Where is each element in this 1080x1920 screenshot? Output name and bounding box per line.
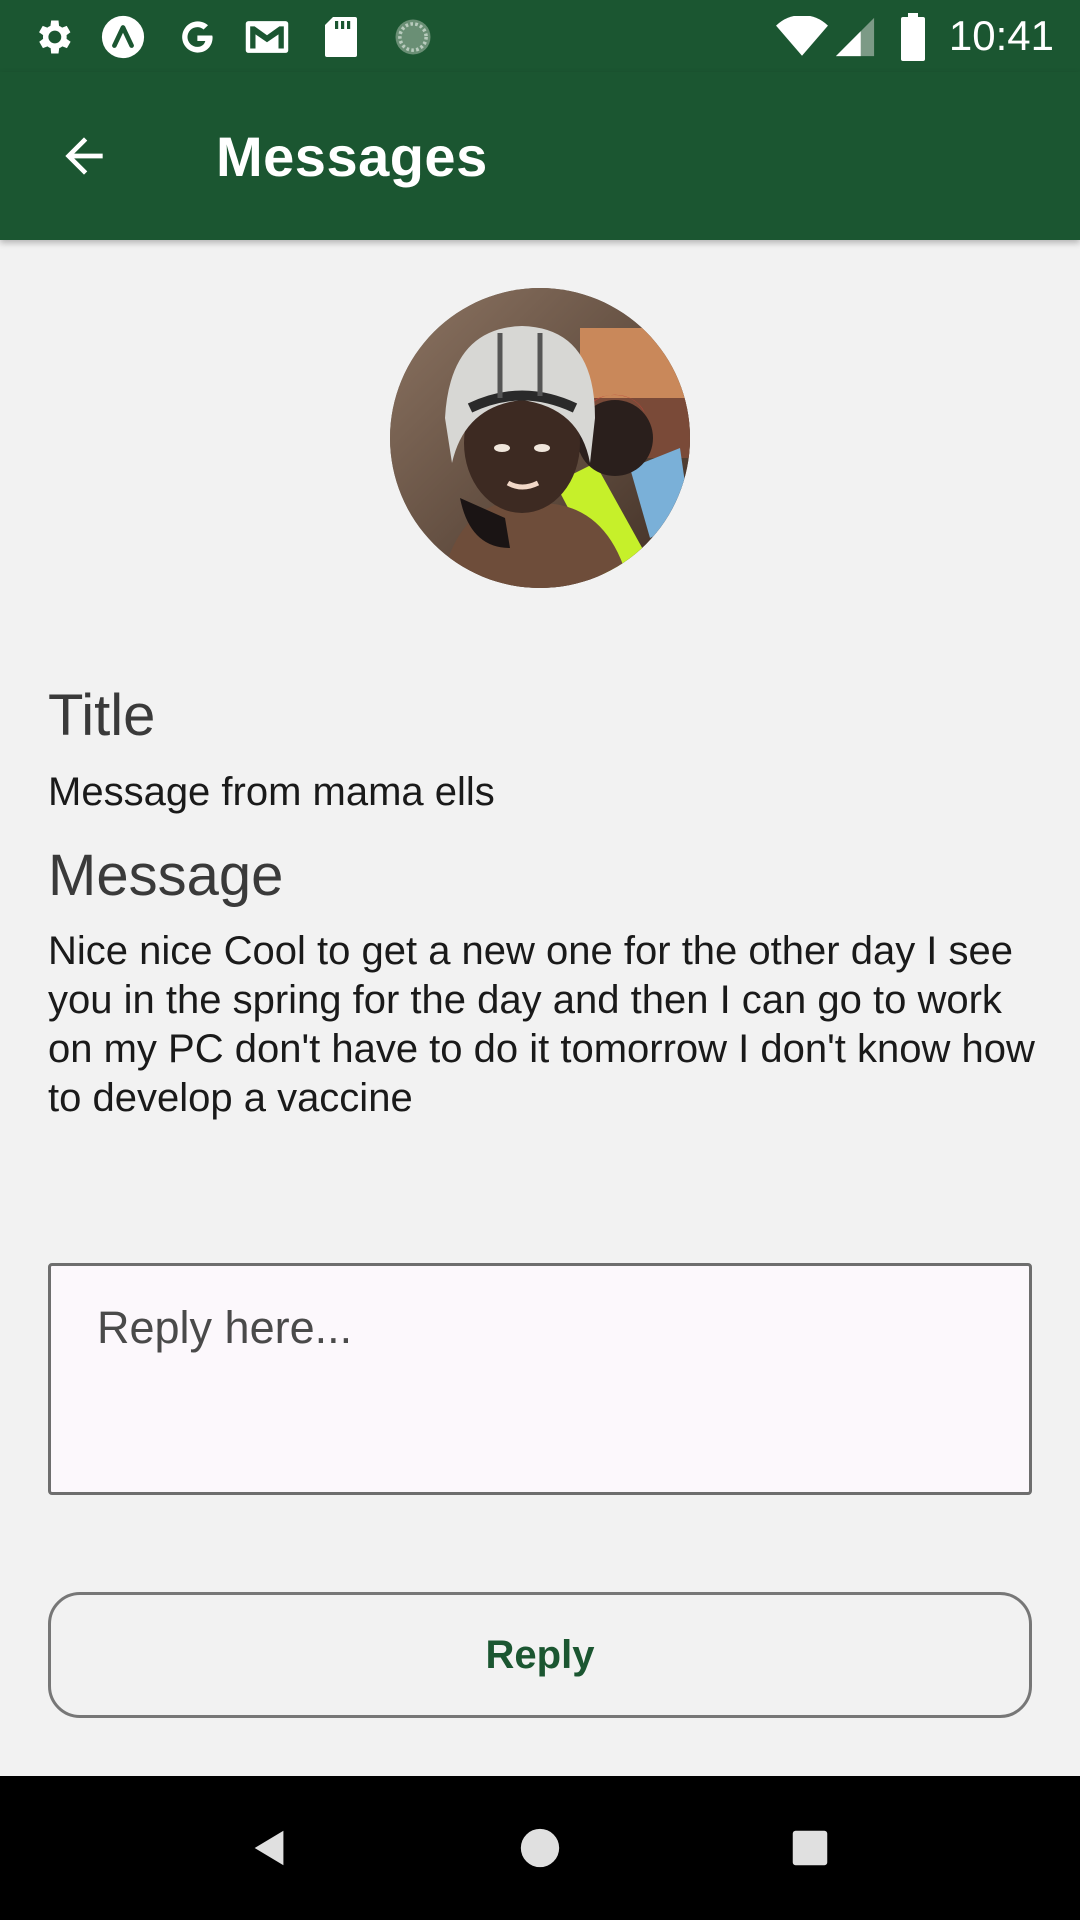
- app-bar: Messages: [0, 72, 1080, 240]
- nav-recents-icon: [792, 1830, 828, 1866]
- gear-icon: [30, 14, 76, 60]
- sd-card-icon: [318, 14, 364, 60]
- wifi-icon: [774, 14, 830, 60]
- nav-recents-button[interactable]: [772, 1810, 848, 1886]
- nav-home-icon: [520, 1828, 560, 1868]
- reply-input-container: [48, 1263, 1032, 1495]
- page-title: Messages: [216, 125, 488, 188]
- back-button[interactable]: [40, 112, 128, 200]
- message-label: Message: [48, 843, 284, 908]
- reply-button[interactable]: Reply: [48, 1592, 1032, 1718]
- avatar: [390, 288, 690, 588]
- status-time: 10:41: [948, 12, 1054, 59]
- arrow-back-icon: [65, 137, 103, 175]
- gmail-icon: [244, 14, 290, 60]
- message-body: Nice nice Cool to get a new one for the …: [48, 929, 1035, 1120]
- battery-icon: [890, 13, 936, 61]
- nav-home-button[interactable]: [502, 1810, 578, 1886]
- status-bar: 10:41: [0, 0, 1080, 72]
- title-value: Message from mama ells: [48, 770, 495, 814]
- app-circle-icon: [100, 14, 146, 60]
- google-icon: [174, 14, 220, 60]
- system-nav-bar: [0, 1776, 1080, 1920]
- nav-back-button[interactable]: [232, 1810, 308, 1886]
- nav-back-icon: [254, 1830, 284, 1866]
- loading-icon: [390, 14, 436, 60]
- message-detail-screen: 10:41 Messages Title Message from mama e…: [0, 0, 1080, 1920]
- reply-input[interactable]: [51, 1266, 1029, 1492]
- cell-signal-icon: [832, 14, 878, 60]
- title-label: Title: [48, 683, 156, 748]
- reply-button-label: Reply: [485, 1632, 595, 1677]
